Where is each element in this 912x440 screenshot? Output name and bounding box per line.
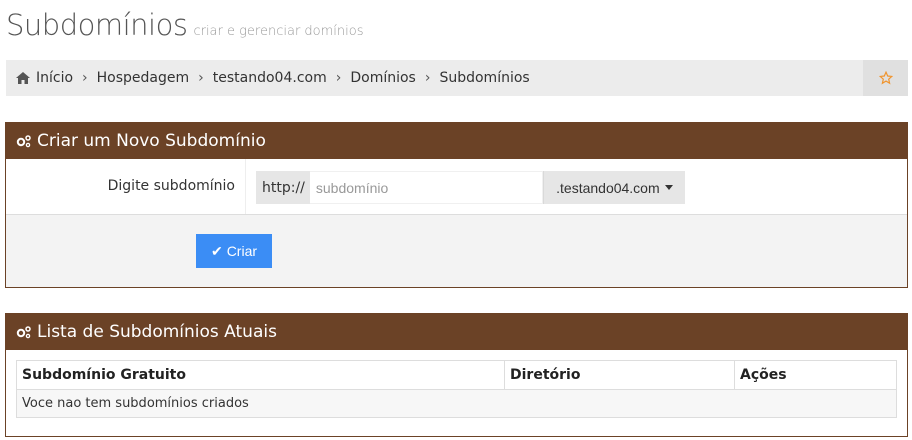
breadcrumb-item-subdominios: Subdomínios xyxy=(439,70,530,86)
chevron-right-icon: › xyxy=(198,70,204,86)
http-prefix: http:// xyxy=(256,171,310,204)
caret-down-icon xyxy=(664,185,673,190)
cogs-icon xyxy=(16,326,31,339)
create-subdomain-panel: Criar um Novo Subdomínio Digite subdomín… xyxy=(5,122,908,288)
empty-message: Voce nao tem subdomínios criados xyxy=(16,389,897,418)
check-icon: ✔ xyxy=(210,242,223,259)
panel-title: Lista de Subdomínios Atuais xyxy=(37,322,277,342)
domain-select[interactable]: .testando04.com xyxy=(542,171,685,204)
breadcrumb-trail: Início › Hospedagem › testando04.com › D… xyxy=(6,70,863,86)
page-subtitle: criar e gerenciar domínios xyxy=(193,24,364,39)
create-button-label: Criar xyxy=(226,243,258,259)
column-header-subdomain: Subdomínio Gratuito xyxy=(16,360,505,390)
table-wrapper: Subdomínio Gratuito Diretório Ações Voce… xyxy=(6,350,907,418)
subdomain-table: Subdomínio Gratuito Diretório Ações Voce… xyxy=(16,360,897,418)
breadcrumb-item-domain[interactable]: testando04.com xyxy=(213,70,327,86)
panel-heading: Lista de Subdomínios Atuais xyxy=(6,314,907,350)
favorite-button[interactable] xyxy=(863,60,908,96)
chevron-right-icon: › xyxy=(424,70,431,86)
create-button[interactable]: ✔ Criar xyxy=(196,234,272,268)
form-actions: ✔ Criar xyxy=(6,215,907,287)
subdomain-input[interactable] xyxy=(309,171,543,204)
star-icon xyxy=(878,71,893,85)
domain-select-value: .testando04.com xyxy=(556,179,660,196)
subdomain-label: Digite subdomínio xyxy=(6,159,246,214)
table-header-row: Subdomínio Gratuito Diretório Ações xyxy=(16,360,897,390)
subdomain-list-panel: Lista de Subdomínios Atuais Subdomínio G… xyxy=(5,313,908,437)
subdomain-input-group: http:// .testando04.com xyxy=(256,171,685,204)
page-header: Subdomínios criar e gerenciar domínios xyxy=(6,8,364,42)
breadcrumb-item-hospedagem[interactable]: Hospedagem xyxy=(97,70,190,86)
column-header-actions: Ações xyxy=(734,360,897,390)
page-title: Subdomínios xyxy=(6,8,188,42)
breadcrumb-item-dominios[interactable]: Domínios xyxy=(350,70,416,86)
panel-title: Criar um Novo Subdomínio xyxy=(37,131,266,151)
table-row: Voce nao tem subdomínios criados xyxy=(16,389,897,418)
chevron-right-icon: › xyxy=(82,70,88,86)
panel-heading: Criar um Novo Subdomínio xyxy=(6,123,907,159)
breadcrumb: Início › Hospedagem › testando04.com › D… xyxy=(6,60,908,96)
cogs-icon xyxy=(16,135,31,148)
column-header-directory: Diretório xyxy=(504,360,735,390)
home-icon xyxy=(16,72,30,84)
subdomain-form-row: Digite subdomínio http:// .testando04.co… xyxy=(6,159,907,215)
breadcrumb-item-inicio[interactable]: Início xyxy=(36,70,73,86)
chevron-right-icon: › xyxy=(335,70,342,86)
